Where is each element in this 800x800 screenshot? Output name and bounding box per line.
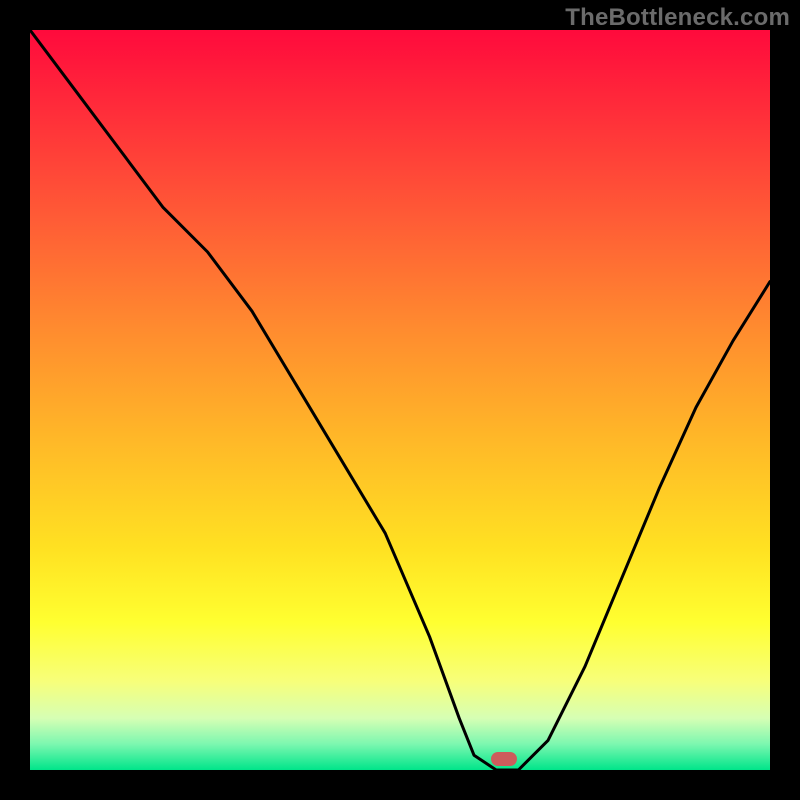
plot-area — [30, 30, 770, 770]
bottleneck-curve — [30, 30, 770, 770]
optimum-marker — [491, 752, 517, 766]
curve-layer — [30, 30, 770, 770]
chart-frame: TheBottleneck.com — [0, 0, 800, 800]
watermark-text: TheBottleneck.com — [565, 4, 790, 32]
